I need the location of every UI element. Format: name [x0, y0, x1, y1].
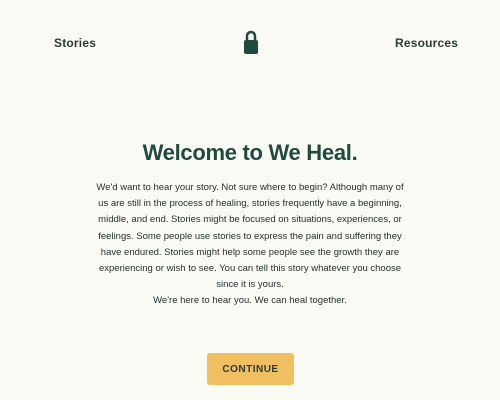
continue-button[interactable]: CONTINUE: [207, 353, 294, 385]
welcome-section: Welcome to We Heal. We'd want to hear yo…: [0, 140, 500, 310]
nav-stories-link[interactable]: Stories: [54, 36, 96, 50]
intro-closing: We're here to hear you. We can heal toge…: [153, 295, 347, 307]
intro-paragraph: We'd want to hear your story. Not sure w…: [95, 180, 405, 310]
page-title: Welcome to We Heal.: [142, 140, 358, 165]
lock-icon[interactable]: [243, 29, 259, 55]
intro-body: We'd want to hear your story. Not sure w…: [96, 182, 404, 291]
nav-resources-link[interactable]: Resources: [395, 36, 458, 50]
top-navigation: Stories Resources: [0, 0, 500, 80]
